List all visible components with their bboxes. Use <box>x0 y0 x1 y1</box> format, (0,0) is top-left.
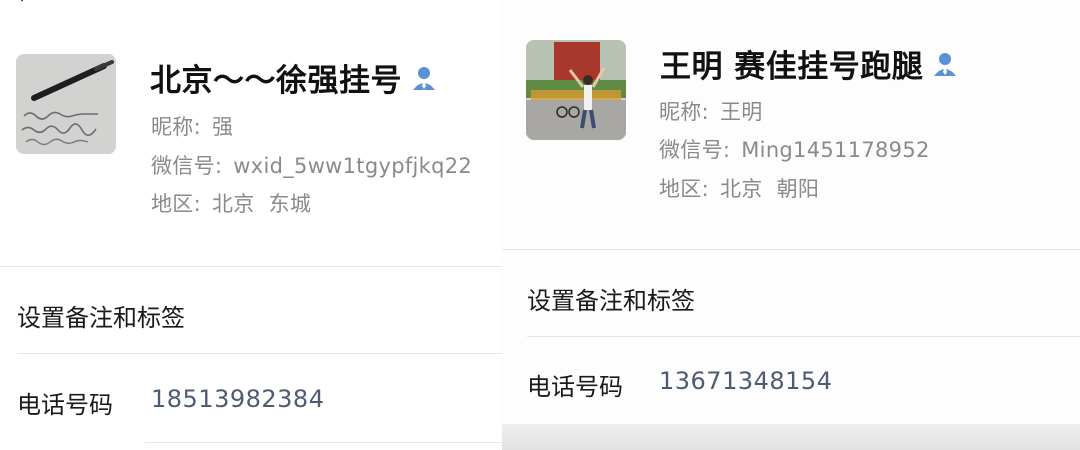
region-label: 地区: <box>659 177 709 201</box>
contact-name-row: 北京～～徐强挂号 <box>150 55 436 100</box>
nickname-value: 强 <box>211 115 234 139</box>
phone-label: 电话号码 <box>527 373 623 401</box>
contact-name: 王明 赛佳挂号跑腿 <box>660 49 924 85</box>
nickname-label: 昵称: <box>151 115 201 139</box>
wechat-id-label: 微信号: <box>151 154 223 178</box>
contact-person-icon <box>412 65 436 91</box>
contact-name-row: 王明 赛佳挂号跑腿 <box>660 41 957 86</box>
wechat-id-line: 微信号: wxid_5ww1tgypfjkq22 <box>151 150 472 180</box>
divider <box>17 353 502 354</box>
right-profile-panel: 王明 赛佳挂号跑腿 昵称: 王明 微信号: Ming1451178952 地区:… <box>502 0 1080 450</box>
nickname-line: 昵称: 王明 <box>659 96 763 126</box>
avatar[interactable] <box>526 40 626 140</box>
phone-number[interactable]: 13671348154 <box>659 367 832 395</box>
region-city: 北京 <box>211 192 255 216</box>
region-city: 北京 <box>719 177 763 201</box>
set-remark-tags-item[interactable]: 设置备注和标签 <box>17 298 185 333</box>
region-line: 地区: 北京 东城 <box>151 188 311 218</box>
left-profile-panel: 北京～～徐强挂号 昵称: 强 微信号: wxid_5ww1tgypfjkq22 … <box>0 0 502 450</box>
avatar[interactable] <box>16 54 116 154</box>
wechat-id-value[interactable]: Ming1451178952 <box>741 138 929 162</box>
wechat-id-value[interactable]: wxid_5ww1tgypfjkq22 <box>233 154 472 178</box>
nickname-line: 昵称: 强 <box>151 111 233 141</box>
divider <box>527 336 1080 337</box>
bottom-strip <box>502 424 1080 450</box>
divider <box>145 442 502 443</box>
contact-person-icon <box>933 51 957 77</box>
nickname-label: 昵称: <box>659 100 709 124</box>
phone-number[interactable]: 18513982384 <box>151 385 324 413</box>
divider <box>0 266 502 267</box>
region-label: 地区: <box>151 192 201 216</box>
wechat-id-line: 微信号: Ming1451178952 <box>659 134 930 164</box>
nickname-value: 王明 <box>719 100 763 124</box>
region-line: 地区: 北京 朝阳 <box>659 173 819 203</box>
set-remark-tags-item[interactable]: 设置备注和标签 <box>527 281 695 316</box>
divider <box>502 249 1080 250</box>
back-chevron-icon[interactable] <box>10 0 34 2</box>
region-district: 朝阳 <box>776 177 820 201</box>
wechat-id-label: 微信号: <box>659 138 731 162</box>
contact-name: 北京～～徐强挂号 <box>150 63 402 99</box>
phone-label: 电话号码 <box>17 391 113 419</box>
region-district: 东城 <box>268 192 312 216</box>
